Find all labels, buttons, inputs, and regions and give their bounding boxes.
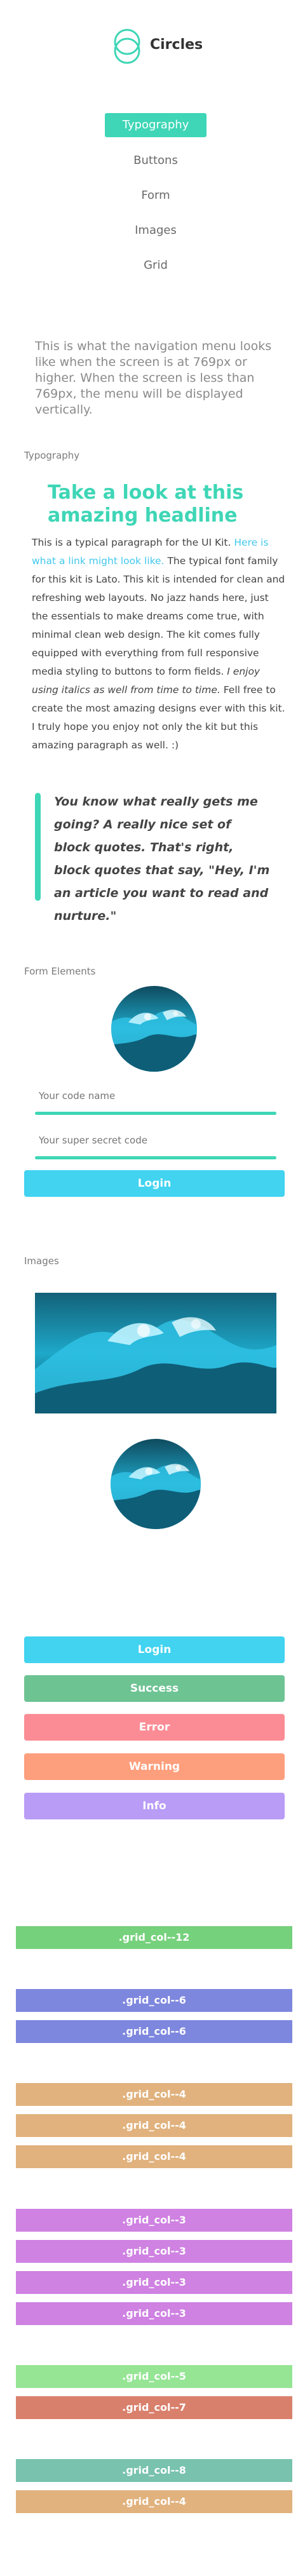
error-button[interactable]: Error: [24, 1714, 285, 1741]
secret-code-underline: [35, 1156, 276, 1159]
form-login-button[interactable]: Login: [24, 1170, 285, 1197]
blockquote: You know what really gets me going? A re…: [54, 795, 270, 923]
grid-col-bar: .grid_col--12: [16, 1926, 292, 1949]
nav-item-grid[interactable]: Grid: [105, 253, 207, 278]
nav-item-form[interactable]: Form: [105, 184, 207, 208]
code-name-input[interactable]: [35, 1083, 276, 1109]
grid-col-bar: .grid_col--7: [16, 2396, 292, 2419]
nav-item-buttons[interactable]: Buttons: [105, 149, 207, 173]
grid-col-bar: .grid_col--4: [16, 2083, 292, 2106]
grid-col-bar: .grid_col--3: [16, 2209, 292, 2232]
grid-col-bar: .grid_col--8: [16, 2459, 292, 2482]
nav-item-typography[interactable]: Typography: [105, 113, 207, 137]
section-label-images: Images: [24, 1255, 59, 1267]
login-button[interactable]: Login: [24, 1636, 285, 1663]
blockquote-bar: [35, 793, 41, 901]
section-label-form: Form Elements: [24, 966, 96, 977]
code-name-underline: [35, 1112, 276, 1115]
paragraph: This is a typical paragraph for the UI K…: [32, 534, 286, 755]
success-button[interactable]: Success: [24, 1675, 285, 1702]
brand-name: Circles: [150, 37, 203, 53]
grid-col-bar: .grid_col--3: [16, 2302, 292, 2325]
grid-col-bar: .grid_col--5: [16, 2365, 292, 2388]
grid-col-bar: .grid_col--3: [16, 2240, 292, 2263]
nav-note: This is what the navigation menu looks l…: [35, 339, 272, 417]
wave-image: [35, 1293, 276, 1413]
grid-col-bar: .grid_col--3: [16, 2271, 292, 2294]
grid-col-bar: .grid_col--6: [16, 2020, 292, 2043]
section-label-typography: Typography: [24, 450, 80, 461]
info-button[interactable]: Info: [24, 1793, 285, 1819]
wave-round-image: [111, 1439, 201, 1529]
nav-item-images[interactable]: Images: [105, 219, 207, 243]
paragraph-intro: This is a typical paragraph for the UI K…: [32, 537, 234, 548]
form-avatar-image: [111, 986, 197, 1072]
code-name-field[interactable]: [35, 1083, 276, 1115]
headline: Take a look at this amazing headline: [48, 482, 244, 527]
circles-logo-icon: [114, 29, 140, 64]
warning-button[interactable]: Warning: [24, 1753, 285, 1780]
grid-col-bar: .grid_col--6: [16, 1989, 292, 2012]
grid-col-bar: .grid_col--4: [16, 2490, 292, 2513]
grid-col-bar: .grid_col--4: [16, 2114, 292, 2137]
grid-col-bar: .grid_col--4: [16, 2145, 292, 2168]
secret-code-field[interactable]: [35, 1128, 276, 1159]
paragraph-middle: The typical font family for this kit is …: [32, 555, 285, 677]
secret-code-input[interactable]: [35, 1128, 276, 1153]
